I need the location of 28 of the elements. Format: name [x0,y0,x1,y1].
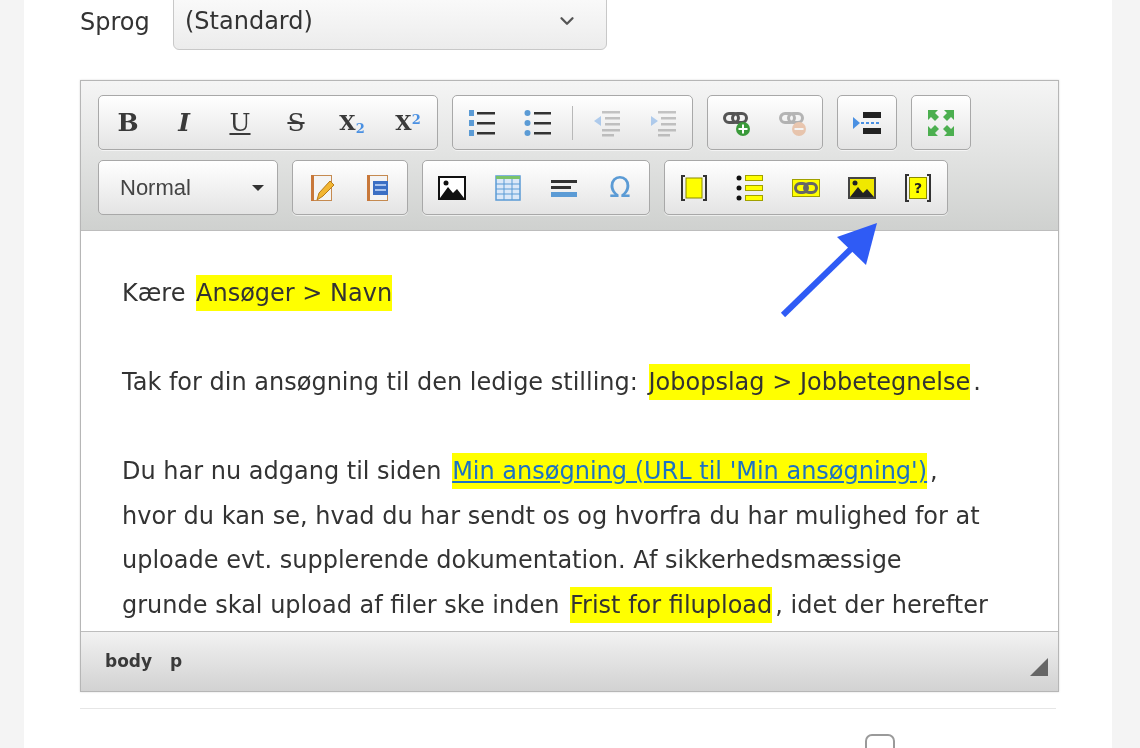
insert-optional-field-button[interactable]: ? [890,161,946,214]
bracketed-box-icon [680,173,708,202]
numbered-list-icon [468,108,496,137]
superscript-button[interactable]: X$^{2}$ [380,96,436,149]
element-path-item[interactable]: p [170,648,183,675]
italic-button[interactable]: I [156,96,212,149]
indent-icon [649,108,677,137]
bulleted-list-icon [524,108,552,137]
format-dropdown[interactable]: Normal [98,160,278,215]
placeholder-link[interactable]: Min ansøgning (URL til 'Min ansøgning') [452,453,928,489]
table-icon [494,173,522,202]
resize-grip-icon[interactable] [1030,658,1048,676]
element-path-item[interactable]: body [105,648,153,675]
body-paragraph: Kære Ansøger > Navn [122,271,991,316]
language-select[interactable]: (Standard) [173,0,607,50]
subscript-button[interactable]: X$_{2}$ [324,96,380,149]
caret-down-icon [252,184,264,191]
bold-button[interactable]: B [100,96,156,149]
bullet-bars-icon [736,173,764,202]
expand-arrows-icon [927,108,955,137]
underline-button[interactable]: U [212,96,268,149]
body-paragraph: Du har nu adgang til siden Min ansøgning (URL til 'Min ansøgning'), hvor du kan se, hvad du har sendt os og hvorfra du har mulighed for at uploade evt. supplerende dokumentation. Af sikkerhedsmæssige grunde skal upload af filer ske inden Frist for filupload, idet der herefter [122,449,991,627]
image-icon [438,173,466,202]
outdent-icon [593,108,621,137]
arrow-icon [779,221,879,319]
clipboard-pencil-icon [308,173,336,202]
language-label: Sprog [80,7,151,37]
strikethrough-button[interactable]: S [268,96,324,149]
